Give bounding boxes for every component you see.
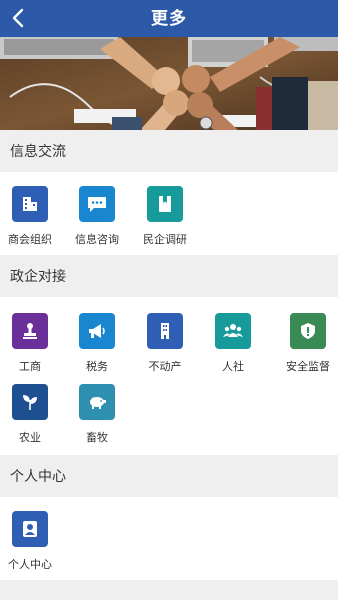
tower-icon	[147, 313, 183, 349]
tile-agriculture[interactable]: 农业	[0, 384, 64, 445]
bookmark-icon	[147, 186, 183, 222]
tile-personal-center[interactable]: 个人中心	[0, 511, 64, 572]
top-bar: 更多	[0, 0, 338, 37]
tile-real-estate[interactable]: 不动产	[131, 313, 199, 374]
tile-label: 人社	[222, 361, 244, 373]
building-icon	[12, 186, 48, 222]
section-title-gov-enterprise: 政企对接	[0, 255, 338, 297]
megaphone-icon	[79, 313, 115, 349]
shield-icon	[290, 313, 326, 349]
tile-label: 个人中心	[8, 559, 52, 571]
grid-panel-personal-center: 个人中心	[0, 497, 338, 580]
people-icon	[215, 313, 251, 349]
tile-label: 民企调研	[143, 234, 187, 246]
tile-commerce[interactable]: 工商	[0, 313, 64, 374]
tile-label: 商会组织	[8, 234, 52, 246]
tile-chamber-organization[interactable]: 商会组织	[0, 186, 64, 247]
page-title: 更多	[151, 9, 187, 28]
tile-human-resources[interactable]: 人社	[199, 313, 267, 374]
tile-enterprise-survey[interactable]: 民企调研	[131, 186, 199, 247]
tile-label: 税务	[86, 361, 108, 373]
tile-label: 畜牧	[86, 432, 108, 444]
tile-safety-supervision[interactable]: 安全监督	[274, 313, 338, 374]
person-icon	[12, 511, 48, 547]
tile-label: 农业	[19, 432, 41, 444]
sprout-icon	[12, 384, 48, 420]
grid-panel-gov-enterprise: 工商 税务 不动产 人社 安全监督 农业 畜牧	[0, 297, 338, 455]
tile-label: 信息咨询	[75, 234, 119, 246]
stamp-icon	[12, 313, 48, 349]
tile-label: 安全监督	[286, 361, 330, 373]
tile-label: 工商	[19, 361, 41, 373]
section-title-info-exchange: 信息交流	[0, 130, 338, 172]
tile-livestock[interactable]: 畜牧	[63, 384, 131, 445]
tile-tax[interactable]: 税务	[63, 313, 131, 374]
tile-label: 不动产	[148, 361, 182, 373]
chat-bubble-icon	[79, 186, 115, 222]
banner-image	[0, 37, 338, 130]
section-title-personal-center: 个人中心	[0, 455, 338, 497]
tile-info-consult[interactable]: 信息咨询	[63, 186, 131, 247]
pig-icon	[79, 384, 115, 420]
grid-panel-info-exchange: 商会组织 信息咨询 民企调研	[0, 172, 338, 255]
